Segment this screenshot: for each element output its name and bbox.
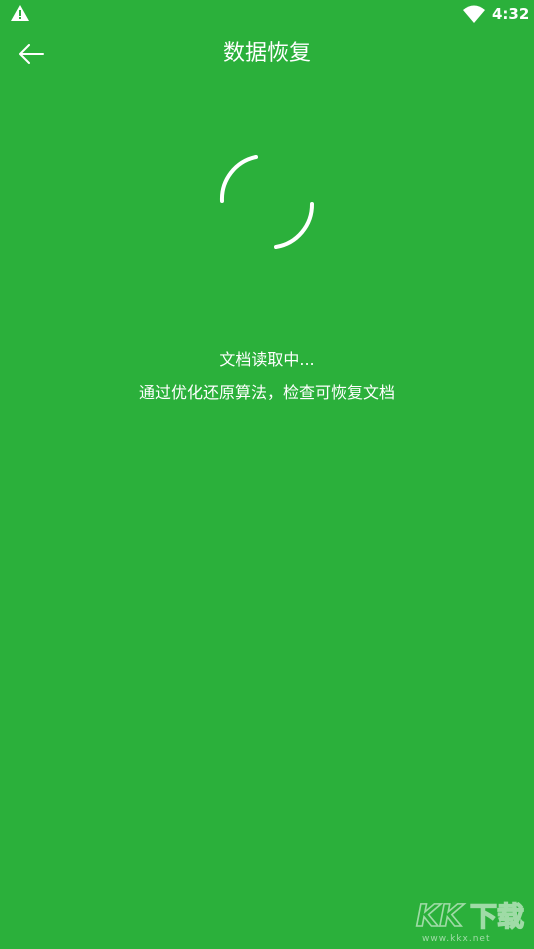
loading-status-text: 文档读取中...	[219, 350, 315, 369]
status-time: 4:32	[492, 5, 530, 23]
warning-icon	[11, 5, 29, 21]
loading-description-text: 通过优化还原算法，检查可恢复文档	[138, 383, 395, 402]
svg-text:KK: KK	[416, 899, 465, 933]
watermark: KK 下载 www.kkx.net	[414, 893, 528, 947]
status-bar: 4:32	[0, 0, 534, 28]
app-bar: 数据恢复	[0, 28, 534, 84]
wifi-icon	[463, 5, 485, 23]
svg-text:下载: 下载	[470, 902, 524, 933]
loading-spinner-icon	[219, 155, 315, 249]
watermark-url: www.kkx.net	[422, 934, 491, 944]
watermark-logo-icon: KK 下载	[415, 898, 525, 933]
page-title: 数据恢复	[222, 41, 311, 66]
